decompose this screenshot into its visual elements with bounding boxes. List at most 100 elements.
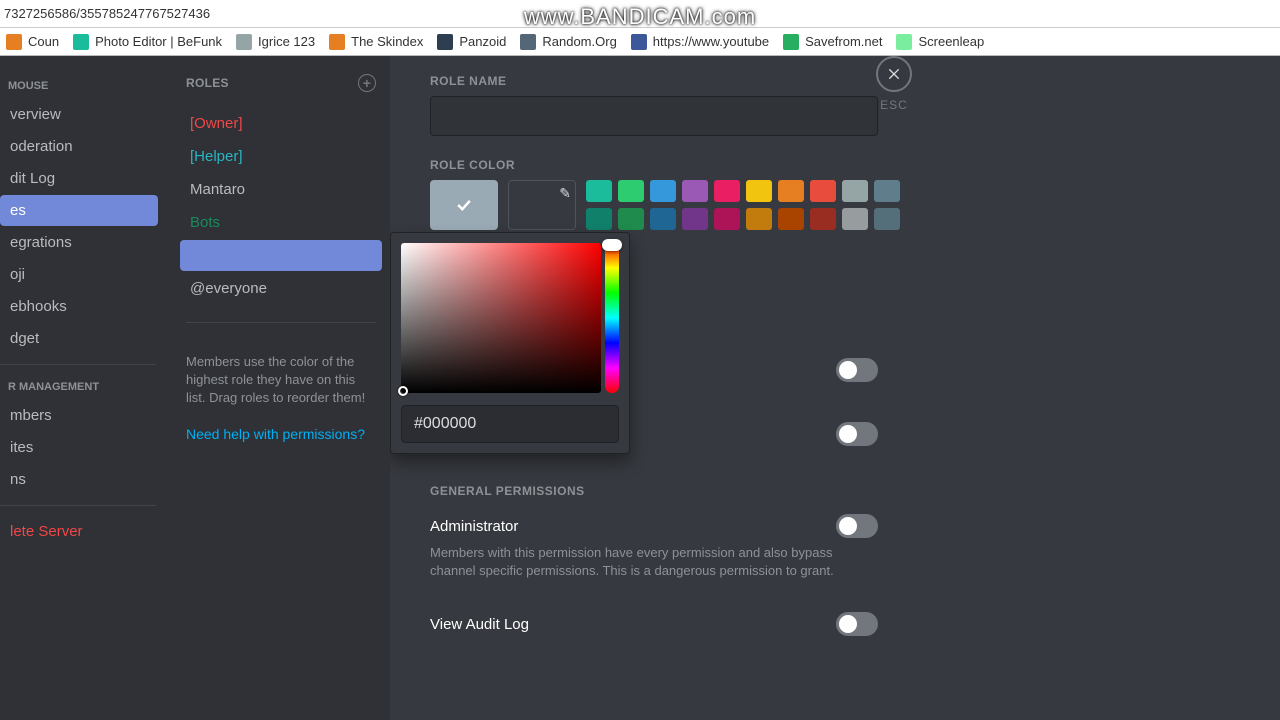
role-name-input[interactable] — [430, 96, 878, 136]
color-swatch[interactable] — [618, 180, 644, 202]
color-swatch[interactable] — [874, 208, 900, 230]
sidebar-item[interactable]: ites — [0, 432, 158, 463]
eyedropper-icon: ✎ — [559, 185, 571, 202]
administrator-row: Administrator — [430, 514, 878, 538]
role-editor-content: ROLE NAME ROLE COLOR ✎ rom online mem — [390, 56, 1280, 720]
bookmark-item[interactable]: Coun — [6, 34, 59, 50]
bookmark-item[interactable]: Igrice 123 — [236, 34, 315, 50]
role-item[interactable]: @everyone — [180, 273, 382, 304]
color-swatch[interactable] — [746, 180, 772, 202]
view-audit-log-row: View Audit Log — [430, 612, 878, 636]
view-audit-log-toggle[interactable] — [836, 612, 878, 636]
bookmark-favicon — [73, 34, 89, 50]
server-settings-sidebar: MOUSE verviewoderationdit Logesegrations… — [0, 56, 172, 720]
esc-label: ESC — [876, 98, 912, 112]
color-swatch[interactable] — [874, 180, 900, 202]
color-swatch[interactable] — [842, 208, 868, 230]
color-swatch[interactable] — [586, 180, 612, 202]
sidebar-separator — [0, 364, 156, 365]
color-swatch[interactable] — [778, 180, 804, 202]
roles-list-column: ROLES + [Owner][Helper]MantaroBots @ever… — [172, 56, 390, 720]
role-color-label: ROLE COLOR — [430, 158, 1240, 172]
bookmark-favicon — [6, 34, 22, 50]
bookmark-item[interactable]: Screenleap — [896, 34, 984, 50]
sidebar-item[interactable]: oderation — [0, 131, 158, 162]
administrator-toggle[interactable] — [836, 514, 878, 538]
color-swatch[interactable] — [714, 180, 740, 202]
roles-divider — [186, 322, 376, 323]
sidebar-item[interactable]: ns — [0, 464, 158, 495]
sidebar-item[interactable]: egrations — [0, 227, 158, 258]
display-separately-toggle[interactable] — [836, 358, 878, 382]
bookmark-label: Screenleap — [918, 34, 984, 49]
add-role-button[interactable]: + — [358, 74, 376, 92]
sidebar-item[interactable]: oji — [0, 259, 158, 290]
saturation-field[interactable] — [401, 243, 601, 393]
color-swatch[interactable] — [746, 208, 772, 230]
bookmark-label: https://www.youtube — [653, 34, 769, 49]
sidebar-item[interactable]: ebhooks — [0, 291, 158, 322]
color-swatch[interactable] — [682, 208, 708, 230]
role-item[interactable]: [Owner] — [180, 108, 382, 139]
color-swatch[interactable] — [778, 208, 804, 230]
browser-bookmarks-bar: Coun Photo Editor | BeFunk Igrice 123 The S… — [0, 28, 1280, 56]
checkmark-icon — [454, 195, 474, 215]
roles-heading: ROLES — [186, 76, 229, 90]
color-swatch[interactable] — [810, 180, 836, 202]
role-item[interactable]: Bots — [180, 207, 382, 238]
administrator-label: Administrator — [430, 518, 518, 535]
allow-mention-toggle[interactable] — [836, 422, 878, 446]
sidebar-item[interactable]: verview — [0, 99, 158, 130]
sidebar-item[interactable]: es — [0, 195, 158, 226]
bookmark-favicon — [520, 34, 536, 50]
bookmark-favicon — [236, 34, 252, 50]
bookmark-item[interactable]: The Skindex — [329, 34, 423, 50]
bookmark-item[interactable]: Savefrom.net — [783, 34, 882, 50]
bookmark-item[interactable]: Panzoid — [437, 34, 506, 50]
custom-color-swatch[interactable]: ✎ — [508, 180, 576, 230]
close-button[interactable] — [876, 56, 912, 92]
bookmark-item[interactable]: Photo Editor | BeFunk — [73, 34, 222, 50]
sidebar-item[interactable]: dget — [0, 323, 158, 354]
bookmark-label: Igrice 123 — [258, 34, 315, 49]
saturation-cursor[interactable] — [398, 386, 408, 396]
bookmark-label: The Skindex — [351, 34, 423, 49]
bandicam-watermark: www.BANDICAM.com — [524, 4, 756, 30]
bookmark-favicon — [437, 34, 453, 50]
color-swatch[interactable] — [618, 208, 644, 230]
color-swatch[interactable] — [650, 180, 676, 202]
bookmark-item[interactable]: https://www.youtube — [631, 34, 769, 50]
role-item[interactable] — [180, 240, 382, 271]
close-icon — [886, 66, 902, 82]
hue-slider[interactable] — [605, 243, 619, 393]
hue-thumb[interactable] — [602, 239, 622, 251]
sidebar-item[interactable]: mbers — [0, 400, 158, 431]
role-name-label: ROLE NAME — [430, 74, 1240, 88]
bookmark-label: Photo Editor | BeFunk — [95, 34, 222, 49]
bookmark-favicon — [329, 34, 345, 50]
color-swatch[interactable] — [650, 208, 676, 230]
view-audit-log-label: View Audit Log — [430, 616, 529, 633]
color-swatch[interactable] — [586, 208, 612, 230]
sidebar-item-delete-server[interactable]: lete Server — [0, 516, 158, 547]
roles-hint: Members use the color of the highest rol… — [186, 353, 376, 408]
sidebar-category: R MANAGEMENT — [0, 375, 164, 399]
close-settings: ESC — [876, 56, 912, 112]
role-item[interactable]: Mantaro — [180, 174, 382, 205]
general-permissions-heading: GENERAL PERMISSIONS — [430, 484, 1240, 498]
sidebar-item[interactable]: dit Log — [0, 163, 158, 194]
color-swatch[interactable] — [842, 180, 868, 202]
url-fragment: 7327256586/355785247767527436 — [4, 6, 210, 21]
bookmark-label: Savefrom.net — [805, 34, 882, 49]
color-swatch[interactable] — [714, 208, 740, 230]
bookmark-item[interactable]: Random.Org — [520, 34, 616, 50]
hex-input[interactable] — [401, 405, 619, 443]
role-item[interactable]: [Helper] — [180, 141, 382, 172]
bookmark-favicon — [783, 34, 799, 50]
color-swatch[interactable] — [682, 180, 708, 202]
roles-help-link[interactable]: Need help with permissions? — [186, 426, 376, 442]
color-swatch[interactable] — [810, 208, 836, 230]
bookmark-label: Panzoid — [459, 34, 506, 49]
default-color-swatch[interactable] — [430, 180, 498, 230]
administrator-description: Members with this permission have every … — [430, 544, 840, 580]
